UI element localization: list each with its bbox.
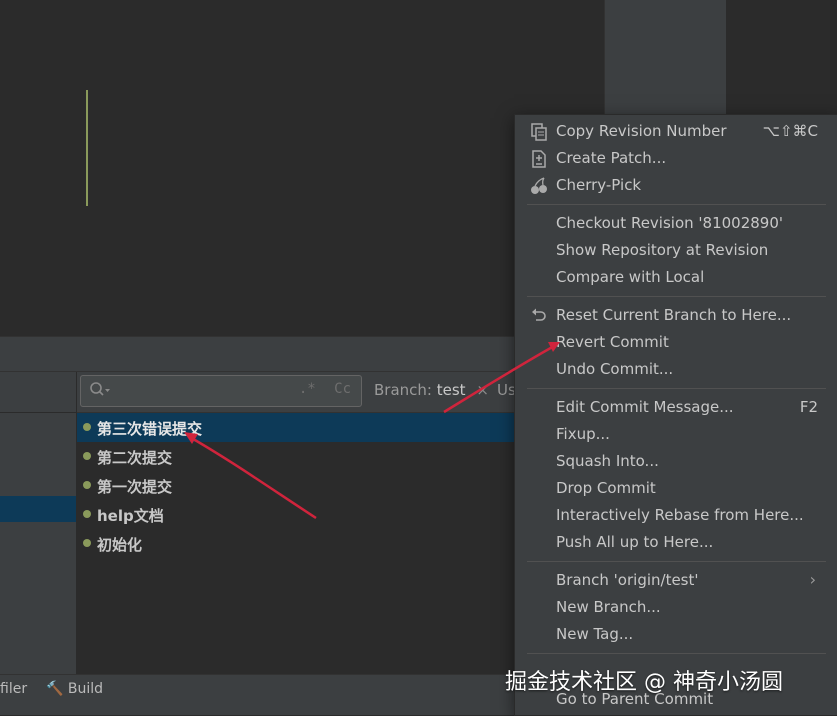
graph-node bbox=[83, 539, 91, 547]
search-icon[interactable] bbox=[89, 381, 111, 403]
commit-context-menu: Copy Revision Number ⌥⇧⌘C Create Patch..… bbox=[514, 114, 837, 716]
match-case-icon[interactable]: Cc bbox=[334, 381, 351, 397]
regex-icon[interactable]: .* bbox=[299, 381, 316, 397]
hammer-icon: 🔨 bbox=[46, 681, 64, 697]
search-options: .* Cc bbox=[299, 381, 351, 397]
menu-item-label: Squash Into... bbox=[556, 452, 659, 470]
undo-icon bbox=[530, 307, 548, 325]
menu-item-label: Fixup... bbox=[556, 425, 610, 443]
build-tab[interactable]: 🔨 Build bbox=[46, 681, 103, 697]
copy-icon bbox=[530, 123, 548, 141]
commit-subject: 第二次提交 bbox=[97, 449, 173, 467]
menu-item-label: Reset Current Branch to Here... bbox=[556, 306, 792, 324]
menu-item-label: Cherry-Pick bbox=[556, 176, 642, 194]
menu-item-reset-current-branch[interactable]: Reset Current Branch to Here... bbox=[515, 302, 837, 329]
log-search-input[interactable]: .* Cc bbox=[80, 375, 362, 407]
menu-separator bbox=[527, 204, 826, 205]
menu-item-shortcut: F2 bbox=[799, 398, 818, 416]
menu-separator bbox=[527, 388, 826, 389]
commit-subject: 初始化 bbox=[97, 536, 143, 554]
user-filter[interactable]: Us bbox=[497, 381, 516, 399]
commit-subject: help文档 bbox=[97, 507, 164, 525]
menu-item-compare-with-local[interactable]: Compare with Local bbox=[515, 264, 837, 291]
menu-item-shortcut: ⌥⇧⌘C bbox=[762, 122, 818, 140]
menu-item-push-all-up-to-here[interactable]: Push All up to Here... bbox=[515, 529, 837, 556]
menu-separator bbox=[527, 653, 826, 654]
menu-item-label: Compare with Local bbox=[556, 268, 705, 286]
menu-item-label: Push All up to Here... bbox=[556, 533, 714, 551]
branch-filter-value: test bbox=[436, 381, 466, 399]
commit-graph-line bbox=[86, 90, 88, 206]
menu-item-label: Branch 'origin/test' bbox=[556, 571, 699, 589]
menu-item-label: Copy Revision Number bbox=[556, 122, 727, 140]
menu-item-revert-commit[interactable]: Revert Commit bbox=[515, 329, 837, 356]
clear-branch-filter-icon[interactable]: × bbox=[476, 381, 489, 399]
menu-separator bbox=[527, 296, 826, 297]
editor-scroll-strip bbox=[604, 0, 726, 114]
menu-item-label: Revert Commit bbox=[556, 333, 669, 351]
menu-item-branch-submenu[interactable]: Branch 'origin/test' › bbox=[515, 567, 837, 594]
graph-node bbox=[83, 510, 91, 518]
chevron-right-icon: › bbox=[809, 570, 816, 589]
menu-item-create-patch[interactable]: Create Patch... bbox=[515, 145, 837, 172]
branch-filter-label: Branch: bbox=[374, 381, 432, 399]
menu-item-cherry-pick[interactable]: Cherry-Pick bbox=[515, 172, 837, 199]
profiler-tab[interactable]: filer bbox=[0, 681, 27, 697]
watermark: 掘金技术社区 @ 神奇小汤圆 bbox=[505, 670, 783, 695]
commit-subject: 第一次提交 bbox=[97, 478, 173, 496]
menu-item-interactively-rebase[interactable]: Interactively Rebase from Here... bbox=[515, 502, 837, 529]
menu-item-label: Show Repository at Revision bbox=[556, 241, 769, 259]
menu-item-label: Create Patch... bbox=[556, 149, 667, 167]
branches-divider bbox=[0, 412, 76, 413]
menu-item-drop-commit[interactable]: Drop Commit bbox=[515, 475, 837, 502]
menu-item-undo-commit[interactable]: Undo Commit... bbox=[515, 356, 837, 383]
menu-item-label: Drop Commit bbox=[556, 479, 656, 497]
menu-item-label: Checkout Revision '81002890' bbox=[556, 214, 783, 232]
menu-item-squash-into[interactable]: Squash Into... bbox=[515, 448, 837, 475]
menu-item-edit-commit-message[interactable]: Edit Commit Message... F2 bbox=[515, 394, 837, 421]
menu-item-new-branch[interactable]: New Branch... bbox=[515, 594, 837, 621]
menu-item-show-repository[interactable]: Show Repository at Revision bbox=[515, 237, 837, 264]
selected-branch-row[interactable] bbox=[0, 496, 76, 522]
menu-item-fixup[interactable]: Fixup... bbox=[515, 421, 837, 448]
menu-separator bbox=[527, 561, 826, 562]
patch-icon bbox=[530, 150, 548, 168]
cherry-icon bbox=[530, 177, 548, 195]
menu-item-label: Undo Commit... bbox=[556, 360, 674, 378]
branch-filter[interactable]: Branch: test × bbox=[374, 381, 489, 399]
menu-item-checkout-revision[interactable]: Checkout Revision '81002890' bbox=[515, 210, 837, 237]
commit-subject: 第三次错误提交 bbox=[97, 420, 203, 438]
branches-pane bbox=[0, 372, 77, 674]
menu-item-copy-revision-number[interactable]: Copy Revision Number ⌥⇧⌘C bbox=[515, 118, 837, 145]
graph-node bbox=[83, 481, 91, 489]
menu-item-label: Edit Commit Message... bbox=[556, 398, 734, 416]
graph-node bbox=[83, 423, 91, 431]
menu-item-label: New Branch... bbox=[556, 598, 661, 616]
menu-item-label: Interactively Rebase from Here... bbox=[556, 506, 804, 524]
graph-node bbox=[83, 452, 91, 460]
menu-item-label: New Tag... bbox=[556, 625, 634, 643]
build-tab-label: Build bbox=[67, 681, 104, 697]
menu-item-new-tag[interactable]: New Tag... bbox=[515, 621, 837, 648]
